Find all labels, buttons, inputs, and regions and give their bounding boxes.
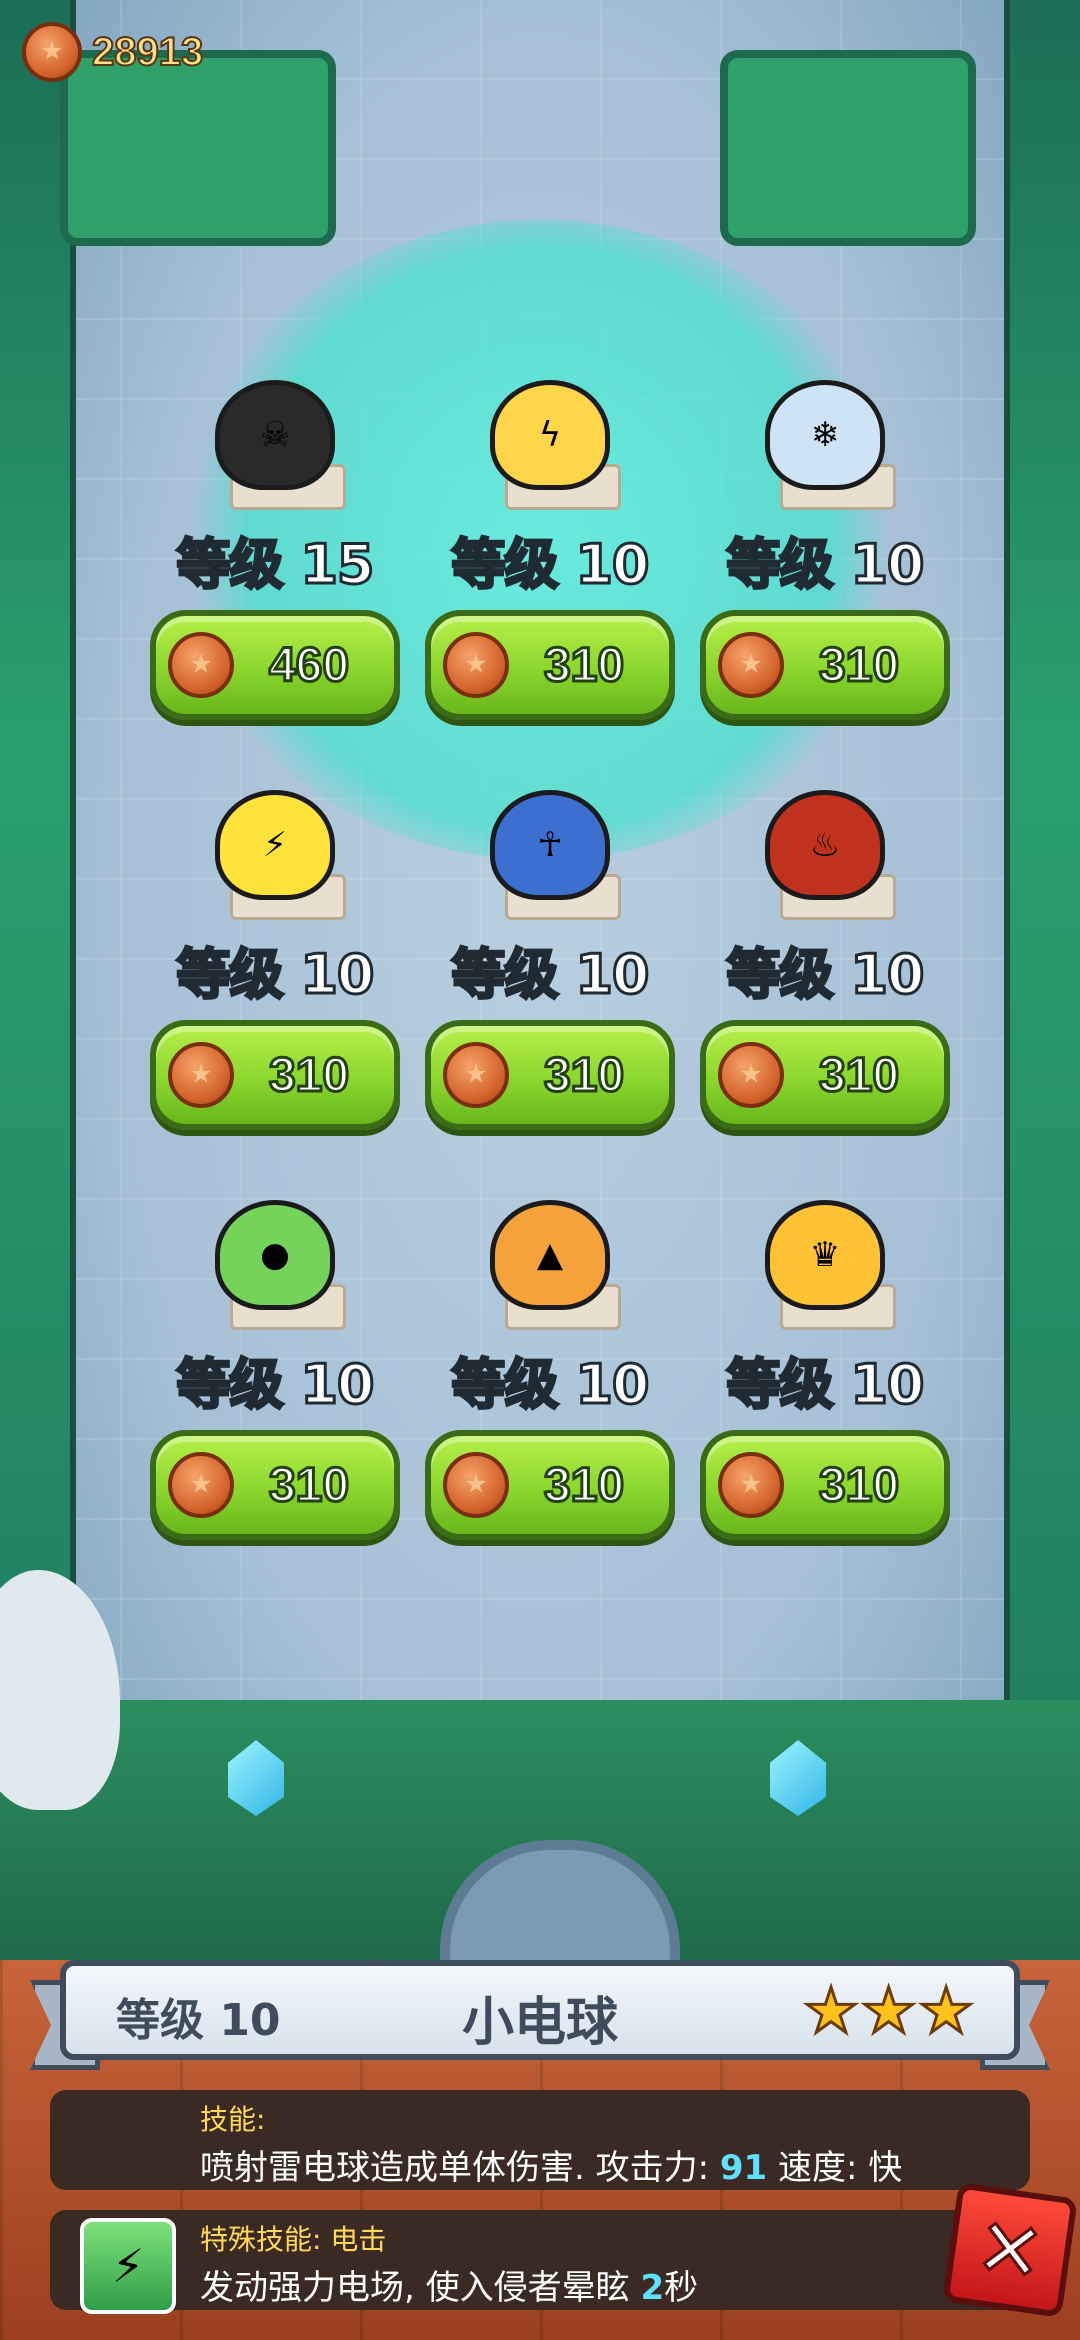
electric-field-icon: ⚡ bbox=[80, 2218, 176, 2314]
upgrade-price: 310 bbox=[542, 637, 625, 693]
special-text: 发动强力电场, 使入侵者晕眩 bbox=[200, 2268, 641, 2308]
orange-dragon-monster[interactable]: ▲ bbox=[490, 1200, 610, 1310]
skill-text: 喷射雷电球造成单体伤害. 攻击力: bbox=[200, 2148, 720, 2188]
monster-level: 等级 10 bbox=[450, 1352, 651, 1418]
pharaoh-monster[interactable]: ☥ bbox=[490, 790, 610, 900]
upgrade-price: 310 bbox=[817, 1457, 900, 1513]
monster-sprite[interactable]: ▲ bbox=[450, 1180, 650, 1330]
monster-level: 等级 15 bbox=[175, 532, 376, 598]
monster-sprite[interactable]: ● bbox=[175, 1180, 375, 1330]
coin-icon bbox=[443, 1452, 509, 1518]
skill-heading: 技能: bbox=[200, 2103, 266, 2136]
upgrade-price: 310 bbox=[817, 1047, 900, 1103]
upgrade-button[interactable]: 310 bbox=[425, 610, 675, 720]
monster-level: 等级 10 bbox=[725, 532, 926, 598]
upgrade-price: 310 bbox=[542, 1457, 625, 1513]
coin-icon bbox=[443, 1042, 509, 1108]
king-blob-monster[interactable]: ♛ bbox=[765, 1200, 885, 1310]
attack-value: 91 bbox=[719, 2148, 768, 2188]
stun-seconds: 2 bbox=[640, 2268, 665, 2308]
close-button[interactable]: ✕ bbox=[942, 2182, 1078, 2318]
monster-level: 等级 10 bbox=[450, 532, 651, 598]
monster-level: 等级 10 bbox=[725, 1352, 926, 1418]
upgrade-price: 460 bbox=[267, 637, 350, 693]
coin-icon bbox=[443, 632, 509, 698]
upgrade-button[interactable]: 460 bbox=[150, 610, 400, 720]
skill-description: 喷射雷电球造成单体伤害. 攻击力: 91 速度: 快 bbox=[200, 2140, 1030, 2189]
special-text-unit: 秒 bbox=[664, 2268, 699, 2308]
monster-level: 等级 10 bbox=[175, 942, 376, 1008]
upgrade-button[interactable]: 310 bbox=[150, 1020, 400, 1130]
monster-level: 等级 10 bbox=[175, 1352, 376, 1418]
fire-demon-monster[interactable]: ♨ bbox=[765, 790, 885, 900]
coin-icon bbox=[718, 1452, 784, 1518]
monster-level: 等级 10 bbox=[450, 942, 651, 1008]
star-rating: ★ ★ ★ bbox=[802, 1974, 976, 2047]
skill-box: 技能: 喷射雷电球造成单体伤害. 攻击力: 91 速度: 快 bbox=[50, 2090, 1030, 2190]
star-icon: ★ bbox=[802, 1974, 861, 2047]
special-heading: 特殊技能: 电击 bbox=[200, 2223, 387, 2256]
ice-dragon-monster[interactable]: ❄ bbox=[765, 380, 885, 490]
upgrade-price: 310 bbox=[267, 1047, 350, 1103]
title-banner: 等级 10 小电球 ★ ★ ★ bbox=[60, 1960, 1020, 2060]
upgrade-price: 310 bbox=[817, 637, 900, 693]
star-icon: ★ bbox=[859, 1974, 918, 2047]
upgrade-button[interactable]: 310 bbox=[700, 1430, 950, 1540]
coin-icon bbox=[718, 1042, 784, 1108]
coin-icon bbox=[168, 1452, 234, 1518]
monster-sprite[interactable]: ♨ bbox=[725, 770, 925, 920]
coin-icon bbox=[168, 632, 234, 698]
monster-sprite[interactable]: ☠ bbox=[175, 360, 375, 510]
coin-icon bbox=[22, 22, 82, 82]
coin-counter: 28913 bbox=[22, 22, 204, 82]
upgrade-price: 310 bbox=[267, 1457, 350, 1513]
upgrade-button[interactable]: 310 bbox=[425, 1020, 675, 1130]
monster-level: 等级 10 bbox=[725, 942, 926, 1008]
speed-text: 速度: 快 bbox=[767, 2148, 903, 2188]
coin-icon bbox=[718, 632, 784, 698]
upgrade-button[interactable]: 310 bbox=[150, 1430, 400, 1540]
yellow-spark-blob-monster[interactable]: ϟ bbox=[490, 380, 610, 490]
upgrade-button[interactable]: 310 bbox=[700, 610, 950, 720]
special-description: 发动强力电场, 使入侵者晕眩 2秒 bbox=[200, 2260, 1030, 2309]
upgrade-button[interactable]: 310 bbox=[425, 1430, 675, 1540]
monster-sprite[interactable]: ❄ bbox=[725, 360, 925, 510]
coin-total: 28913 bbox=[91, 29, 204, 75]
top-right-block bbox=[720, 50, 976, 246]
monster-sprite[interactable]: ☥ bbox=[450, 770, 650, 920]
coin-icon bbox=[168, 1042, 234, 1108]
upgrade-button[interactable]: 310 bbox=[700, 1020, 950, 1130]
hooded-reaper-monster[interactable]: ☠ bbox=[215, 380, 335, 490]
right-wall bbox=[1004, 0, 1080, 1880]
monster-sprite[interactable]: ϟ bbox=[450, 360, 650, 510]
upgrade-price: 310 bbox=[542, 1047, 625, 1103]
info-panel: 等级 10 小电球 ★ ★ ★ 技能: 喷射雷电球造成单体伤害. 攻击力: 91… bbox=[0, 1960, 1080, 2340]
monster-sprite[interactable]: ♛ bbox=[725, 1180, 925, 1330]
special-skill-box: ⚡ 特殊技能: 电击 发动强力电场, 使入侵者晕眩 2秒 bbox=[50, 2210, 1030, 2314]
monster-sprite[interactable]: ⚡ bbox=[175, 770, 375, 920]
star-icon: ★ bbox=[917, 1974, 976, 2047]
electric-beast-monster[interactable]: ⚡ bbox=[215, 790, 335, 900]
green-slime-monster[interactable]: ● bbox=[215, 1200, 335, 1310]
